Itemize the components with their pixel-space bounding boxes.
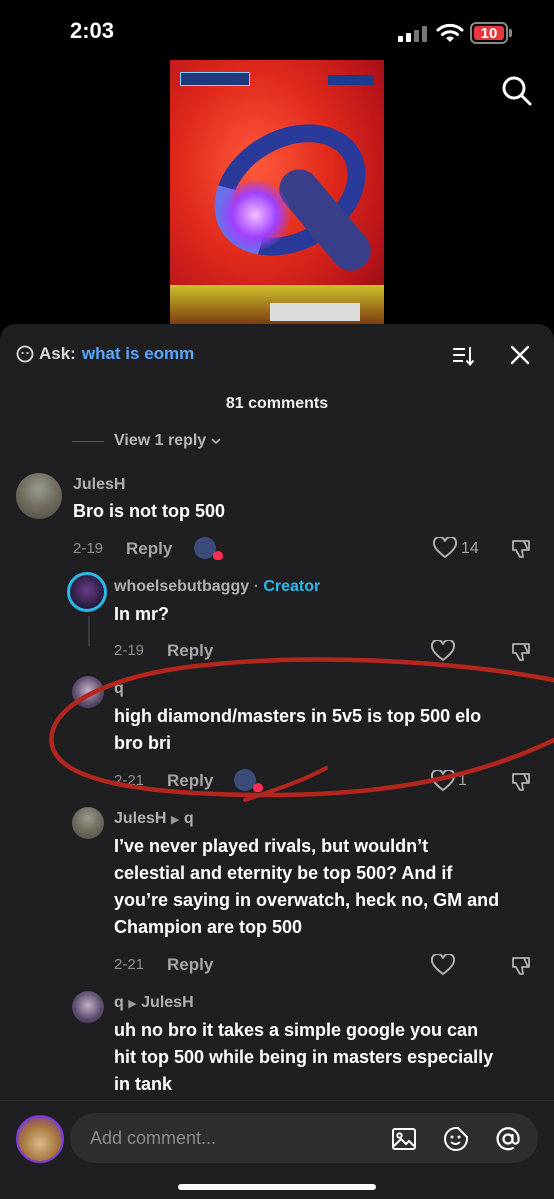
ask-icon [16, 345, 34, 363]
author-name[interactable]: whoelsebutbaggy [114, 578, 249, 595]
wifi-icon [436, 23, 464, 42]
status-time: 2:03 [70, 18, 115, 43]
avatar[interactable] [72, 676, 104, 708]
reply-button[interactable]: Reply [167, 771, 213, 791]
avatar[interactable] [72, 991, 104, 1023]
comment-input-container[interactable] [70, 1113, 538, 1163]
comment-text: In mr? [114, 604, 170, 624]
comment-line: Champion are top 500 [114, 917, 303, 937]
comment-date: 2-21 [114, 772, 145, 789]
view-replies-button[interactable]: View 1 reply [72, 432, 222, 450]
chevron-down-icon [211, 438, 221, 445]
comment-composer [0, 1100, 554, 1199]
avatar[interactable] [67, 572, 107, 612]
video-player[interactable] [170, 60, 384, 325]
reply-button[interactable]: Reply [167, 641, 213, 661]
ask-label: Ask: [39, 344, 76, 363]
comment-author[interactable]: q [114, 680, 124, 698]
comment-line: high diamond/masters in 5v5 is top 500 e… [114, 706, 482, 726]
image-icon[interactable] [390, 1125, 418, 1153]
comment-line: celestial and eternity be top 500? And i… [114, 863, 453, 883]
comment-author[interactable]: JulesH ▶ q [114, 810, 194, 828]
like-count: 1 [458, 772, 467, 789]
thread-line [88, 616, 90, 646]
creator-liked-avatar [234, 769, 263, 792]
reply-to-name[interactable]: JulesH [141, 994, 193, 1011]
battery-icon: 10 [470, 22, 512, 44]
home-indicator [178, 1184, 376, 1190]
ask-row[interactable]: Ask: what is eomm [16, 344, 194, 364]
avatar[interactable] [72, 807, 104, 839]
comment-date: 2-21 [114, 956, 145, 973]
ask-query-link[interactable]: what is eomm [82, 344, 194, 364]
comment-author[interactable]: q ▶ JulesH [114, 994, 194, 1012]
comment-date: 2-19 [114, 642, 145, 659]
mention-icon[interactable] [494, 1125, 522, 1153]
avatar[interactable] [16, 473, 62, 519]
status-bar: 2:03 10 [0, 0, 554, 60]
reply-button[interactable]: Reply [126, 539, 172, 559]
author-name[interactable]: JulesH [114, 810, 166, 827]
comment-text: uh no bro it takes a simple google you c… [114, 1017, 493, 1098]
dislike-icon[interactable] [510, 538, 532, 560]
view-replies-label: View 1 reply [114, 432, 207, 449]
comment-line: you’re saying in overwatch, heck no, GM … [114, 890, 500, 910]
author-name[interactable]: q [114, 994, 124, 1011]
comment-line: hit top 500 while being in masters espec… [114, 1047, 494, 1067]
comment-line: uh no bro it takes a simple google you c… [114, 1020, 479, 1040]
comment-author[interactable]: JulesH [73, 476, 125, 494]
sort-icon[interactable] [451, 344, 475, 368]
heart-icon[interactable] [433, 537, 457, 559]
comment-date: 2-19 [73, 540, 104, 557]
comment-author[interactable]: whoelsebutbaggy · Creator [114, 578, 320, 596]
comment-line: I’ve never played rivals, but wouldn’t [114, 836, 429, 856]
heart-icon[interactable] [431, 770, 455, 792]
dislike-icon[interactable] [510, 955, 532, 977]
comment-line: in tank [114, 1074, 173, 1094]
dislike-icon[interactable] [510, 641, 532, 663]
dislike-icon[interactable] [510, 771, 532, 793]
close-icon[interactable] [509, 344, 531, 366]
comment-input[interactable] [90, 1113, 370, 1163]
reply-to-name[interactable]: q [184, 810, 194, 827]
creator-badge: Creator [263, 578, 321, 595]
search-icon[interactable] [500, 74, 534, 108]
comment-line: bro bri [114, 733, 171, 753]
comment-text: I’ve never played rivals, but wouldn’t c… [114, 833, 499, 941]
comments-panel: Ask: what is eomm 81 comments View 1 rep… [0, 324, 554, 1199]
comment-count: 81 comments [225, 395, 329, 412]
creator-liked-avatar [194, 537, 223, 560]
heart-icon[interactable] [431, 640, 455, 662]
heart-icon[interactable] [431, 954, 455, 976]
reply-button[interactable]: Reply [167, 955, 213, 975]
comment-text: Bro is not top 500 [73, 501, 226, 521]
like-count: 14 [461, 540, 479, 557]
battery-level: 10 [474, 25, 504, 42]
sticker-icon[interactable] [442, 1125, 470, 1153]
my-avatar[interactable] [16, 1115, 64, 1163]
cellular-signal-icon [398, 26, 428, 42]
comment-text: high diamond/masters in 5v5 is top 500 e… [114, 703, 481, 757]
